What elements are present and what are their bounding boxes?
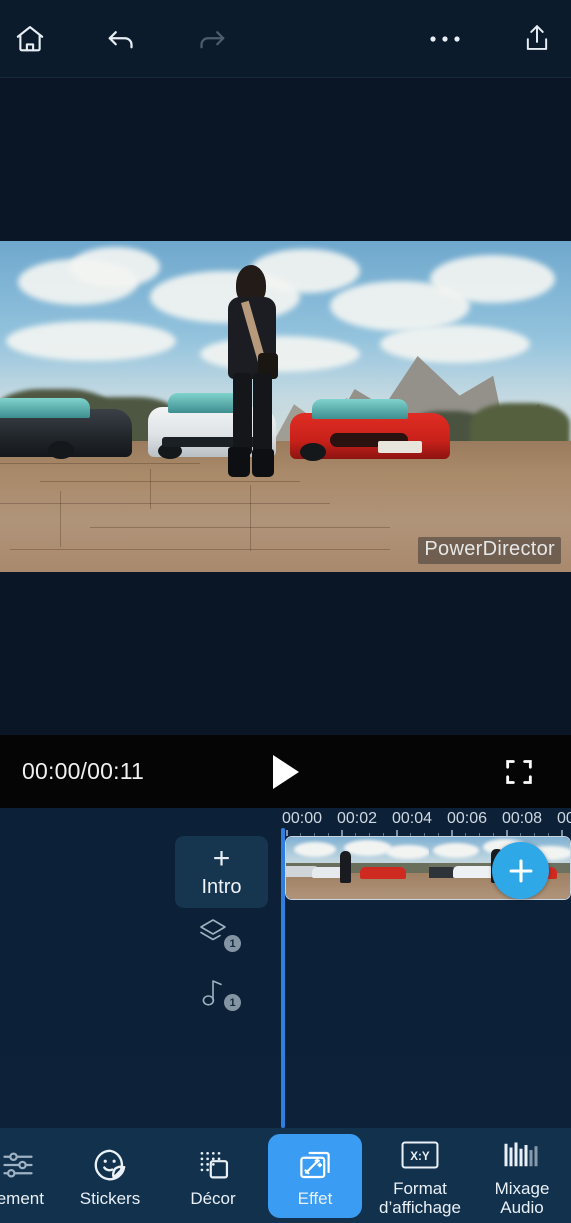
ruler-label: 00:02 [337, 810, 378, 827]
playback-bar: 00:00/00:11 [0, 735, 571, 808]
person-boot-left [228, 447, 250, 477]
ground-texture [0, 503, 330, 504]
ground-texture [60, 491, 61, 547]
ground-texture [150, 469, 151, 509]
redo-icon[interactable] [186, 14, 238, 64]
ground-texture [90, 527, 390, 528]
video-editor-app: PowerDirector 00:00/00:11 00:00 00:02 00… [0, 0, 571, 1223]
ground-texture [10, 549, 390, 550]
cloud [200, 336, 360, 372]
clip-thumbnail[interactable] [286, 837, 429, 899]
cloud [380, 325, 530, 363]
audio-track-badge: 1 [224, 994, 241, 1011]
intro-label: Intro [201, 875, 242, 898]
intro-plus-icon: + [212, 841, 231, 875]
tool-label: Effet [297, 1188, 333, 1208]
person-boot-right [252, 449, 274, 477]
timeline[interactable]: 00:00 00:02 00:04 00:06 00:08 00 + Intro… [0, 808, 571, 1128]
tool-format-affichage[interactable]: X:Y Format d’affichage [372, 1134, 468, 1218]
audio-track-button[interactable]: 1 [196, 974, 248, 1014]
export-icon[interactable] [511, 14, 563, 64]
ruler-label: 00 [557, 810, 571, 827]
tool-decor[interactable]: Décor [168, 1134, 258, 1218]
sliders-icon [0, 1145, 38, 1185]
overlay-track-badge: 1 [224, 935, 241, 952]
cloud [6, 321, 176, 361]
ruler-label: 00:06 [447, 810, 488, 827]
person-leg-right [253, 373, 272, 455]
tool-effet[interactable]: Effet [268, 1134, 362, 1218]
thumb-cloud [433, 843, 479, 858]
ground-texture [40, 481, 300, 482]
sticker-smiley-icon [91, 1145, 129, 1185]
home-icon[interactable] [4, 14, 56, 64]
watermark: PowerDirector [418, 537, 561, 564]
thumb-cloud [294, 842, 336, 857]
person-leg-left [233, 373, 252, 455]
time-display: 00:00/00:11 [22, 758, 144, 784]
cloud [70, 247, 160, 287]
timeline-lower-band [0, 1055, 571, 1128]
tool-label: Décor [190, 1188, 236, 1208]
ground-texture [0, 463, 200, 464]
timeline-ruler[interactable]: 00:00 00:02 00:04 00:06 00:08 00 [278, 808, 571, 836]
aspect-ratio-icon: X:Y [398, 1135, 442, 1175]
tool-label: Stickers [79, 1188, 141, 1208]
tool-stickers[interactable]: Stickers [65, 1134, 155, 1218]
car-red-license-plate [378, 441, 422, 453]
ruler-tick [286, 830, 288, 836]
overlay-track-button[interactable]: 1 [196, 916, 248, 956]
car-dark-wheel [48, 441, 74, 459]
video-preview-area[interactable]: PowerDirector [0, 78, 571, 735]
video-frame: PowerDirector [0, 241, 571, 572]
tool-label: Mixage Audio [494, 1179, 550, 1217]
cloud [250, 249, 360, 293]
tool-label: tement [0, 1188, 44, 1208]
thumb-cloud [386, 845, 429, 859]
ruler-label: 00:00 [282, 810, 323, 827]
ground-texture [250, 485, 251, 551]
thumb-person [340, 851, 351, 883]
tool-traitement[interactable]: tement [0, 1134, 64, 1218]
add-clip-button[interactable] [492, 842, 549, 899]
decor-grid-icon [194, 1145, 232, 1185]
tool-label: Format d’affichage [379, 1179, 461, 1217]
audio-mixer-icon [502, 1135, 542, 1175]
fullscreen-button[interactable] [495, 735, 543, 808]
play-button[interactable] [256, 735, 316, 808]
car-red-wheel [300, 443, 326, 461]
intro-button[interactable]: + Intro [175, 836, 268, 908]
car-dark-windshield [0, 398, 90, 418]
car-red-windshield [312, 399, 408, 419]
thumb-car-red [360, 867, 406, 879]
thumb-car-white [453, 866, 495, 878]
more-options-icon[interactable] [419, 14, 471, 64]
ruler-label: 00:04 [392, 810, 433, 827]
top-toolbar [0, 0, 571, 78]
svg-text:X:Y: X:Y [410, 1150, 430, 1163]
cloud [430, 255, 555, 303]
tool-mixage-audio[interactable]: Mixage Audio [473, 1134, 571, 1218]
thumb-cloud [344, 840, 392, 856]
undo-icon[interactable] [95, 14, 147, 64]
bottom-toolbar: tement Stickers [0, 1128, 571, 1223]
ruler-label: 00:08 [502, 810, 543, 827]
magic-wand-icon [296, 1145, 334, 1185]
